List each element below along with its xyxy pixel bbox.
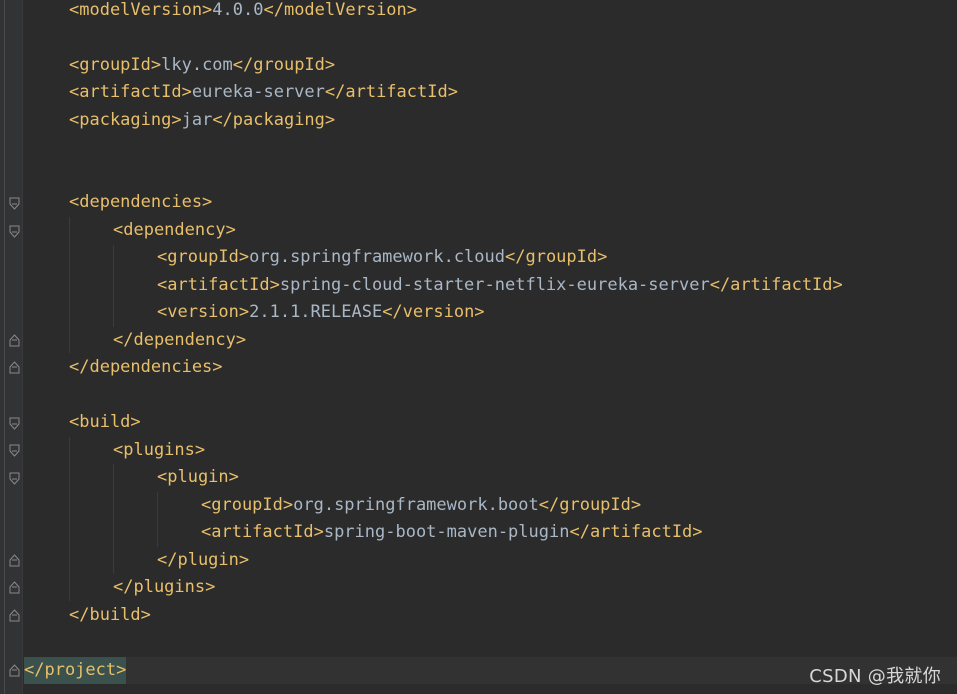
xml-close-tag: </build> [69, 605, 151, 625]
indent-guide [69, 217, 70, 353]
indent-guide [113, 464, 114, 574]
fold-close-icon[interactable] [9, 609, 20, 622]
fold-close-icon[interactable] [9, 554, 20, 567]
xml-close-tag: </artifactId> [324, 82, 458, 102]
code-line[interactable]: <artifactId>spring-boot-maven-plugin</ar… [201, 519, 957, 546]
xml-open-tag: <dependency> [113, 220, 236, 240]
xml-open-tag: <groupId> [201, 495, 294, 515]
xml-close-tag: </plugin> [157, 550, 250, 570]
xml-close-tag: </modelVersion> [263, 0, 418, 20]
xml-open-tag: <groupId> [69, 55, 162, 75]
code-editor[interactable]: <modelVersion>4.0.0</modelVersion> <grou… [0, 0, 957, 694]
xml-open-tag: <artifactId> [69, 82, 192, 102]
fold-close-icon[interactable] [9, 664, 20, 677]
xml-open-tag: <build> [69, 412, 141, 432]
fold-close-icon[interactable] [9, 361, 20, 374]
code-line[interactable]: <dependencies> [69, 189, 957, 216]
fold-open-icon[interactable] [9, 444, 20, 457]
fold-open-icon[interactable] [9, 197, 20, 210]
xml-open-tag: <plugins> [113, 440, 206, 460]
indent-guide [113, 245, 114, 327]
fold-close-icon[interactable] [9, 581, 20, 594]
code-line[interactable]: </plugins> [113, 574, 957, 601]
code-line[interactable]: <groupId>lky.com</groupId> [69, 52, 957, 79]
watermark: CSDN @我就你 [809, 666, 941, 687]
code-line[interactable]: <modelVersion>4.0.0</modelVersion> [69, 0, 957, 24]
xml-open-tag: <dependencies> [69, 192, 213, 212]
indent-guide [157, 492, 158, 547]
fold-open-icon[interactable] [9, 225, 20, 238]
xml-close-tag: </dependency> [113, 330, 247, 350]
xml-open-tag: <plugin> [157, 467, 239, 487]
code-line[interactable]: <plugin> [157, 464, 957, 491]
code-line[interactable]: <packaging>jar</packaging> [69, 107, 957, 134]
xml-open-tag: <version> [157, 302, 250, 322]
code-line[interactable]: </plugin> [157, 547, 957, 574]
xml-text: eureka-server [191, 82, 325, 102]
code-line[interactable]: <groupId>org.springframework.cloud</grou… [157, 244, 957, 271]
xml-close-tag: </artifactId> [569, 522, 703, 542]
xml-text: org.springframework.cloud [249, 247, 505, 267]
gutter-divider [4, 0, 5, 694]
code-line[interactable]: <dependency> [113, 217, 957, 244]
xml-text: 4.0.0 [212, 0, 264, 20]
xml-close-tag: </version> [382, 302, 485, 322]
xml-text: spring-cloud-starter-netflix-eureka-serv… [279, 275, 710, 295]
xml-open-tag: <groupId> [157, 247, 250, 267]
code-line[interactable]: </dependencies> [69, 354, 957, 381]
xml-text: lky.com [161, 55, 233, 75]
xml-close-tag: </plugins> [113, 577, 216, 597]
code-line[interactable]: <artifactId>eureka-server</artifactId> [69, 79, 957, 106]
xml-text: jar [181, 110, 213, 130]
fold-open-icon[interactable] [9, 472, 20, 485]
fold-close-icon[interactable] [9, 334, 20, 347]
code-area[interactable]: <modelVersion>4.0.0</modelVersion> <grou… [24, 0, 957, 694]
xml-close-tag: </groupId> [538, 495, 642, 515]
code-line[interactable]: <groupId>org.springframework.boot</group… [201, 492, 957, 519]
xml-close-tag: </artifactId> [709, 275, 843, 295]
matched-close-tag: </project> [24, 657, 127, 684]
editor-gutter [0, 0, 23, 694]
xml-close-tag: </packaging> [212, 110, 336, 130]
xml-close-tag: </groupId> [232, 55, 336, 75]
xml-text: spring-boot-maven-plugin [323, 522, 570, 542]
xml-open-tag: <modelVersion> [69, 0, 213, 20]
xml-text: 2.1.1.RELEASE [249, 302, 383, 322]
xml-close-tag: </groupId> [505, 247, 608, 267]
code-line[interactable]: <version>2.1.1.RELEASE</version> [157, 299, 957, 326]
fold-open-icon[interactable] [9, 417, 20, 430]
code-line[interactable]: </dependency> [113, 327, 957, 354]
indent-guide [69, 437, 70, 601]
code-line[interactable]: </build> [69, 602, 957, 629]
code-line[interactable]: <plugins> [113, 437, 957, 464]
xml-close-tag: </dependencies> [69, 357, 223, 377]
xml-open-tag: <packaging> [69, 110, 182, 130]
code-line[interactable]: <artifactId>spring-cloud-starter-netflix… [157, 272, 957, 299]
xml-open-tag: <artifactId> [157, 275, 280, 295]
xml-text: org.springframework.boot [293, 495, 539, 515]
xml-open-tag: <artifactId> [201, 522, 324, 542]
code-line[interactable]: <build> [69, 409, 957, 436]
